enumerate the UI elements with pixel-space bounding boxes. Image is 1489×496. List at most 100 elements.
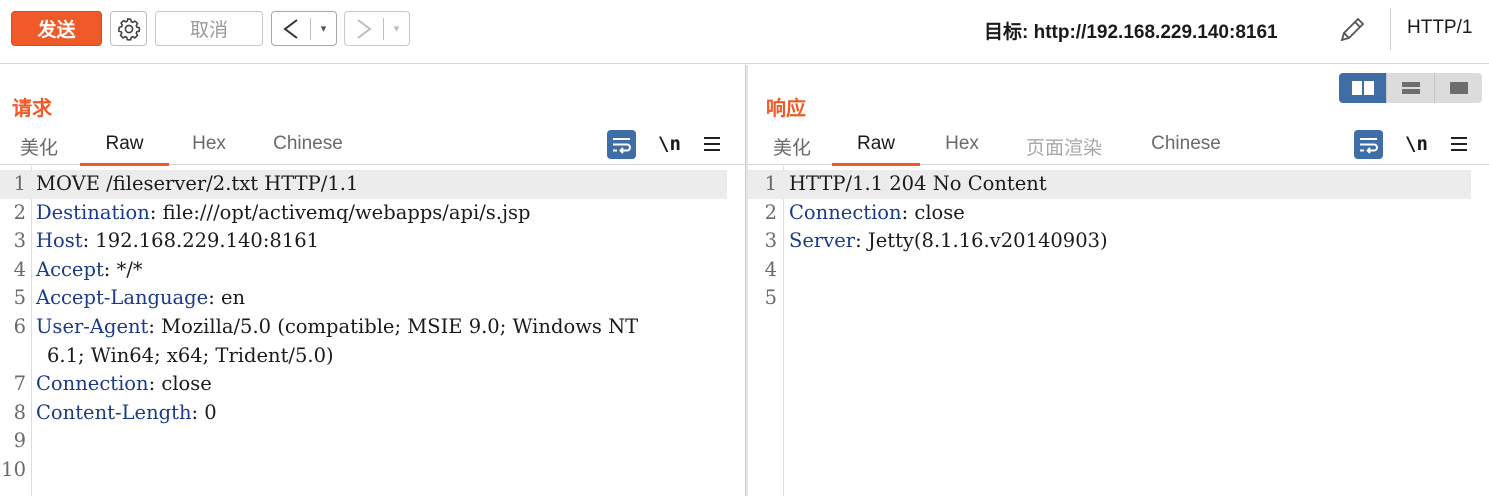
request-title: 请求 [12,96,52,120]
request-pane: 请求 美化 Raw Hex Chinese \n 1 MOVE /fileserv… [0,65,745,496]
edit-target-button[interactable] [1335,13,1369,47]
newline-toggle-button[interactable]: \n [1405,129,1428,159]
tab-raw[interactable]: Raw [832,133,920,166]
code-line: 2 Connection: close [748,199,1471,228]
back-button[interactable]: ▾ [271,11,337,46]
code-line: 10 [0,456,727,485]
code-line: 8 Content-Length: 0 [0,399,727,428]
line-text: : file:///opt/activemq/webapps/api/s.jsp [149,200,531,224]
tab-raw[interactable]: Raw [80,133,169,166]
line-text: MOVE /fileserver/2.txt HTTP/1.1 [36,172,359,195]
line-content: 6.1; Win64; x64; Trident/5.0) [47,342,334,371]
header-name: Connection [36,372,149,396]
request-menu-button[interactable] [702,129,722,159]
line-number: 10 [1,457,26,481]
line-text: : close [901,200,965,224]
layout-switch [1339,73,1482,103]
line-text: : Mozilla/5.0 (compatible; MSIE 9.0; Win… [148,314,639,338]
line-number: 1 [13,172,26,195]
code-line: 1 HTTP/1.1 204 No Content [748,170,1471,199]
menu-icon [704,137,720,151]
wrap-icon [1354,129,1383,159]
response-title: 响应 [766,96,806,120]
line-content: HTTP/1.1 204 No Content [789,170,1047,199]
line-content: Accept-Language: en [36,284,245,313]
pencil-icon [1340,17,1365,42]
line-text: 6.1; Win64; x64; Trident/5.0) [47,343,334,367]
header-name: Host [36,229,83,253]
code-line: 2 Destination: file:///opt/activemq/webap… [0,199,727,228]
code-line: 4 Accept: */* [0,256,727,285]
layout-single-icon [1449,82,1468,94]
layout-split-button[interactable] [1339,73,1387,103]
line-number: 4 [764,257,777,281]
http-version-selector[interactable]: HTTP/1 [1407,17,1472,39]
layout-single-button[interactable] [1435,73,1482,103]
layout-rows-button[interactable] [1387,73,1435,103]
line-content: User-Agent: Mozilla/5.0 (compatible; MSI… [36,313,638,342]
response-pane: 响应 美化 Raw Hex 页面渲染 Chinese \n 1 HTTP/1.1 … [748,65,1489,496]
forward-history-dropdown[interactable]: ▾ [384,12,409,45]
cancel-button[interactable]: 取消 [155,11,263,46]
header-name: Server [789,229,856,253]
wrap-icon [607,129,636,159]
forward-button[interactable]: ▾ [344,11,410,46]
back-history-dropdown[interactable]: ▾ [311,12,336,45]
tab-pretty[interactable]: 美化 [19,133,59,165]
header-name: Connection [789,200,902,224]
line-text: : Jetty(8.1.16.v20140903) [855,229,1108,253]
line-content: Host: 192.168.229.140:8161 [36,227,319,256]
newline-toggle-button[interactable]: \n [658,129,681,159]
line-text: : 192.168.229.140:8161 [82,229,320,253]
line-number: 4 [13,257,26,281]
tab-chinese[interactable]: Chinese [1149,133,1223,165]
line-content: Connection: close [789,199,965,228]
response-lines: 1 HTTP/1.1 204 No Content 2 Connection: clo… [748,170,1471,313]
code-line: 3 Server: Jetty(8.1.16.v20140903) [748,227,1471,256]
header-name: Accept-Language [36,286,209,310]
response-editor[interactable]: 1 HTTP/1.1 204 No Content 2 Connection: clo… [748,166,1489,496]
request-lines: 1 MOVE /fileserver/2.txt HTTP/1.1 2 Destina… [0,170,727,485]
line-number: 6 [13,314,26,338]
response-menu-button[interactable] [1449,129,1469,159]
back-arrow-icon[interactable] [272,12,310,45]
header-name: Content-Length [36,400,192,424]
line-content: Content-Length: 0 [36,399,217,428]
tab-hex[interactable]: Hex [190,133,228,165]
settings-button[interactable] [110,11,147,46]
menu-icon [1451,137,1467,151]
toolbar-divider [1390,8,1391,50]
header-name: Destination [36,200,150,224]
line-content: Connection: close [36,370,212,399]
header-name: Accept [36,257,104,281]
line-number: 5 [13,286,26,310]
line-number: 9 [13,429,26,453]
line-text: : en [208,286,246,310]
line-content: MOVE /fileserver/2.txt HTTP/1.1 [36,170,358,199]
line-text: : close [148,372,212,396]
tab-hex[interactable]: Hex [943,133,981,165]
tab-chinese[interactable]: Chinese [271,133,345,165]
toolbar: 发送 取消 ▾ ▾ 目标: http://192.168.229.140:816… [0,0,1489,64]
line-text: : */* [103,257,143,281]
target-label: 目标: http://192.168.229.140:8161 [984,22,1278,43]
line-number: 2 [13,200,26,224]
gear-icon [117,17,140,41]
line-number: 1 [764,172,777,195]
request-editor[interactable]: 1 MOVE /fileserver/2.txt HTTP/1.1 2 Destina… [0,166,745,496]
line-number: 5 [764,286,777,310]
code-line: 1 MOVE /fileserver/2.txt HTTP/1.1 [0,170,727,199]
tab-render[interactable]: 页面渲染 [1023,133,1105,165]
code-line: 9 [0,427,727,456]
layout-split-icon [1351,81,1374,95]
line-text: HTTP/1.1 204 No Content [789,172,1047,195]
line-number: 3 [764,229,777,253]
wrap-toggle-button[interactable] [607,129,636,159]
code-line: 7 Connection: close [0,370,727,399]
forward-arrow-icon[interactable] [345,12,383,45]
wrap-toggle-button[interactable] [1354,129,1383,159]
code-line: 4 [748,256,1471,285]
send-button[interactable]: 发送 [11,11,102,46]
code-line: 5 [748,284,1471,313]
tab-pretty[interactable]: 美化 [772,133,812,165]
